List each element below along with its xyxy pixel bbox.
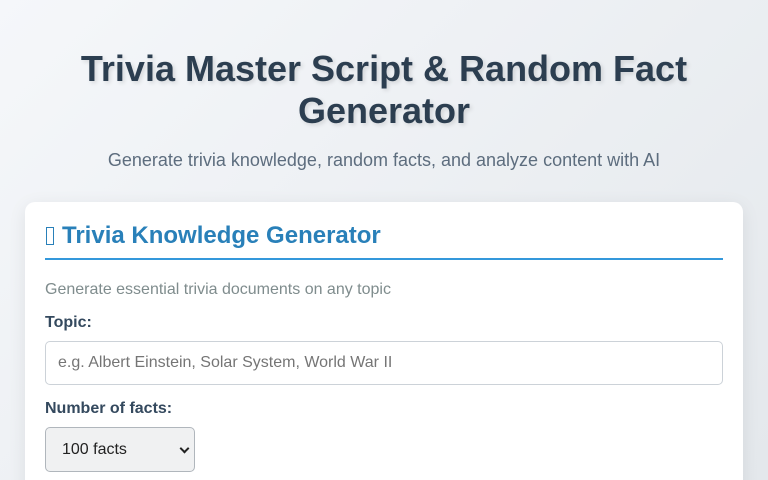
card-description: Generate essential trivia documents on a… xyxy=(45,281,391,298)
card-title: Trivia Knowledge Generator xyxy=(45,222,723,260)
facts-count-value: 100 facts xyxy=(62,440,127,458)
facts-count-select[interactable]: 100 facts xyxy=(45,427,195,472)
page-title: Trivia Master Script & Random Fact Gener… xyxy=(80,48,688,131)
chevron-down-icon xyxy=(179,443,190,454)
page-header: Trivia Master Script & Random Fact Gener… xyxy=(0,48,768,171)
trivia-generator-card: Trivia Knowledge Generator Generate esse… xyxy=(25,202,743,480)
book-icon xyxy=(46,227,54,245)
topic-input[interactable] xyxy=(45,341,723,385)
card-title-text: Trivia Knowledge Generator xyxy=(62,222,381,249)
facts-count-label: Number of facts: xyxy=(45,400,173,417)
page-subtitle: Generate trivia knowledge, random facts,… xyxy=(107,150,661,170)
topic-label: Topic: xyxy=(45,314,92,331)
